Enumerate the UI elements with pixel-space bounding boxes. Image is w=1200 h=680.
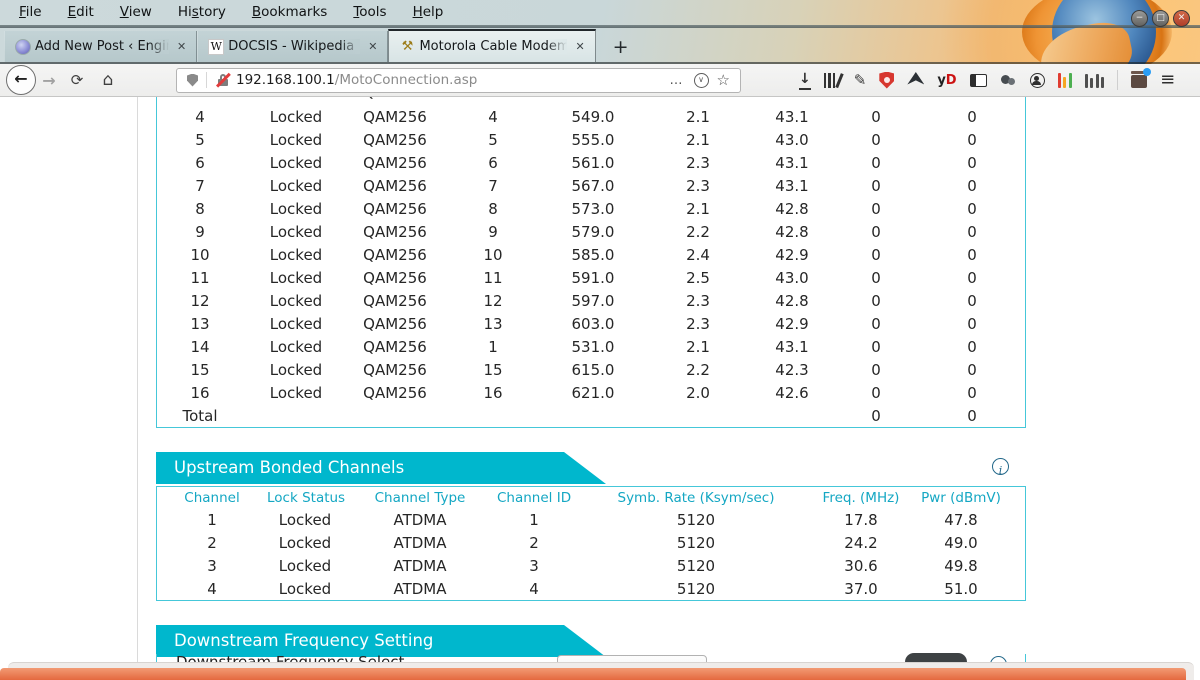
forward-button[interactable]: → bbox=[36, 71, 62, 90]
table-row: 11Locked QAM25611 591.02.5 43.00 0 bbox=[157, 267, 1025, 290]
new-tab-button[interactable]: + bbox=[604, 33, 638, 61]
table-row: 4Locked ATDMA4 512037.0 51.0 bbox=[157, 578, 1025, 601]
table-row: 15Locked QAM25615 615.02.2 42.30 0 bbox=[157, 359, 1025, 382]
menu-history[interactable]: History bbox=[165, 0, 239, 25]
column-header: Channel Type bbox=[343, 487, 497, 509]
upstream-rows: 1Locked ATDMA1 512017.8 47.8 2Locked ATD… bbox=[157, 509, 1025, 601]
tab-add-new-post[interactable]: Add New Post ‹ Engineer ✕ bbox=[4, 31, 197, 62]
page-content: QAM256 4Locked QAM2564 549.02.1 43.10 0 … bbox=[0, 97, 1200, 680]
navigation-toolbar: ← → ⟳ ⌂ 192.168.100.1 /MotoConnection.as… bbox=[0, 64, 1200, 97]
table-row: 12Locked QAM25612 597.02.3 42.80 0 bbox=[157, 290, 1025, 313]
table-row: 1Locked ATDMA1 512017.8 47.8 bbox=[157, 509, 1025, 532]
insecure-lock-icon[interactable] bbox=[216, 73, 231, 87]
menu-icon[interactable]: ≡ bbox=[1160, 71, 1175, 89]
toolbar-separator bbox=[1117, 70, 1118, 90]
notes-extension-icon[interactable]: ✎ bbox=[854, 71, 867, 89]
wikipedia-icon: W bbox=[208, 39, 224, 55]
downstream-table: QAM256 4Locked QAM2564 549.02.1 43.10 0 … bbox=[156, 97, 1026, 428]
window-controls: − □ ✕ bbox=[1131, 10, 1190, 27]
reload-icon[interactable]: ⟳ bbox=[62, 71, 92, 89]
table-row: 7Locked QAM2567 567.02.3 43.10 0 bbox=[157, 175, 1025, 198]
close-tab-icon[interactable]: ✕ bbox=[364, 38, 381, 55]
frequency-section-title: Downstream Frequency Setting bbox=[156, 625, 606, 656]
url-path: /MotoConnection.asp bbox=[335, 72, 478, 88]
table-row: 16Locked QAM25616 621.02.0 42.60 0 bbox=[157, 382, 1025, 405]
table-row: 14Locked QAM2561 531.02.1 43.10 0 bbox=[157, 336, 1025, 359]
bookmark-star-icon[interactable]: ☆ bbox=[717, 71, 730, 89]
upstream-header-row: Channel Lock Status Channel Type Channel… bbox=[157, 487, 1025, 509]
upstream-section-title: Upstream Bonded Channels bbox=[156, 452, 606, 483]
tab-title: Motorola Cable Modem bbox=[419, 39, 567, 54]
tab-bar: Add New Post ‹ Engineer ✕ W DOCSIS - Wik… bbox=[4, 31, 638, 62]
fan-extension-icon[interactable] bbox=[907, 71, 924, 89]
page-divider-line bbox=[137, 97, 138, 664]
table-row: 2Locked ATDMA2 512024.2 49.0 bbox=[157, 532, 1025, 555]
minimize-button[interactable]: − bbox=[1131, 10, 1148, 27]
table-row: 9Locked QAM2569 579.02.2 42.80 0 bbox=[157, 221, 1025, 244]
tab-title: DOCSIS - Wikipedia bbox=[228, 39, 360, 54]
menu-bar: File Edit View History Bookmarks Tools H… bbox=[6, 0, 456, 25]
equalizer-extension-icon[interactable] bbox=[1058, 72, 1072, 88]
orbs-extension-icon[interactable] bbox=[1000, 71, 1017, 89]
back-button[interactable]: ← bbox=[6, 65, 36, 95]
table-row: 6Locked QAM2566 561.02.3 43.10 0 bbox=[157, 152, 1025, 175]
table-row: 13Locked QAM25613 603.02.3 42.90 0 bbox=[157, 313, 1025, 336]
info-icon[interactable]: i bbox=[992, 458, 1009, 475]
table-row: 5Locked QAM2565 555.02.1 43.00 0 bbox=[157, 129, 1025, 152]
table-row: 8Locked QAM2568 573.02.1 42.80 0 bbox=[157, 198, 1025, 221]
url-bar[interactable]: 192.168.100.1 /MotoConnection.asp … ∨ ☆ bbox=[176, 68, 741, 93]
adblock-shield-icon[interactable] bbox=[879, 71, 894, 89]
column-header: Lock Status bbox=[267, 487, 343, 509]
tracking-protection-shield-icon[interactable] bbox=[187, 74, 198, 87]
column-header: Freq. (MHz) bbox=[821, 487, 901, 509]
menu-file[interactable]: File bbox=[6, 0, 55, 25]
close-tab-icon[interactable]: ✕ bbox=[173, 38, 190, 55]
browser-chrome: File Edit View History Bookmarks Tools H… bbox=[0, 0, 1200, 64]
whats-new-gift-icon[interactable] bbox=[1131, 71, 1147, 89]
yd-extension-icon[interactable]: yD bbox=[937, 71, 956, 89]
table-row: 4Locked QAM2564 549.02.1 43.10 0 bbox=[157, 106, 1025, 129]
url-host: 192.168.100.1 bbox=[236, 72, 335, 88]
menu-help[interactable]: Help bbox=[400, 0, 457, 25]
account-icon[interactable] bbox=[1030, 71, 1045, 89]
tab-docsis-wikipedia[interactable]: W DOCSIS - Wikipedia ✕ bbox=[197, 31, 388, 62]
close-window-button[interactable]: ✕ bbox=[1173, 10, 1190, 27]
downloads-icon[interactable]: ↓ bbox=[799, 70, 811, 90]
tools-icon: ⚒ bbox=[399, 39, 415, 55]
menu-bookmarks[interactable]: Bookmarks bbox=[239, 0, 340, 25]
menu-view[interactable]: View bbox=[107, 0, 165, 25]
toolbar-extensions: ↓ ✎ yD ≡ bbox=[799, 70, 1175, 90]
sidebar-icon[interactable] bbox=[970, 71, 987, 89]
background-window-titlebar[interactable] bbox=[0, 668, 1186, 680]
menu-edit[interactable]: Edit bbox=[55, 0, 107, 25]
downstream-rows: 4Locked QAM2564 549.02.1 43.10 0 5Locked… bbox=[157, 97, 1025, 428]
close-tab-icon[interactable]: ✕ bbox=[571, 38, 588, 55]
maximize-button[interactable]: □ bbox=[1152, 10, 1169, 27]
table-row: Total 0 0 bbox=[157, 405, 1025, 428]
home-icon[interactable]: ⌂ bbox=[92, 70, 124, 90]
menubar-divider bbox=[0, 25, 1200, 28]
tab-title: Add New Post ‹ Engineer bbox=[35, 39, 169, 54]
column-header: Channel ID bbox=[497, 487, 571, 509]
tab-motorola-cable-modem[interactable]: ⚒ Motorola Cable Modem ✕ bbox=[388, 29, 595, 62]
page-actions-icon[interactable]: … bbox=[670, 73, 684, 88]
upstream-section-header: Upstream Bonded Channels bbox=[156, 452, 606, 484]
column-header: Channel bbox=[157, 487, 267, 509]
pocket-icon[interactable]: ∨ bbox=[694, 73, 709, 88]
sliders-extension-icon[interactable] bbox=[1085, 72, 1105, 88]
column-header: Pwr (dBmV) bbox=[901, 487, 1021, 509]
column-header: Symb. Rate (Ksym/sec) bbox=[571, 487, 821, 509]
firefox-window: File Edit View History Bookmarks Tools H… bbox=[0, 0, 1200, 680]
menu-tools[interactable]: Tools bbox=[340, 0, 399, 25]
library-icon[interactable] bbox=[824, 73, 841, 88]
table-row: 10Locked QAM25610 585.02.4 42.90 0 bbox=[157, 244, 1025, 267]
upstream-table: Channel Lock Status Channel Type Channel… bbox=[156, 486, 1026, 601]
table-row: 3Locked ATDMA3 512030.6 49.8 bbox=[157, 555, 1025, 578]
urlbar-separator bbox=[206, 72, 207, 88]
clipped-row-fragment: QAM256 bbox=[363, 97, 433, 102]
site-favicon bbox=[15, 39, 31, 55]
